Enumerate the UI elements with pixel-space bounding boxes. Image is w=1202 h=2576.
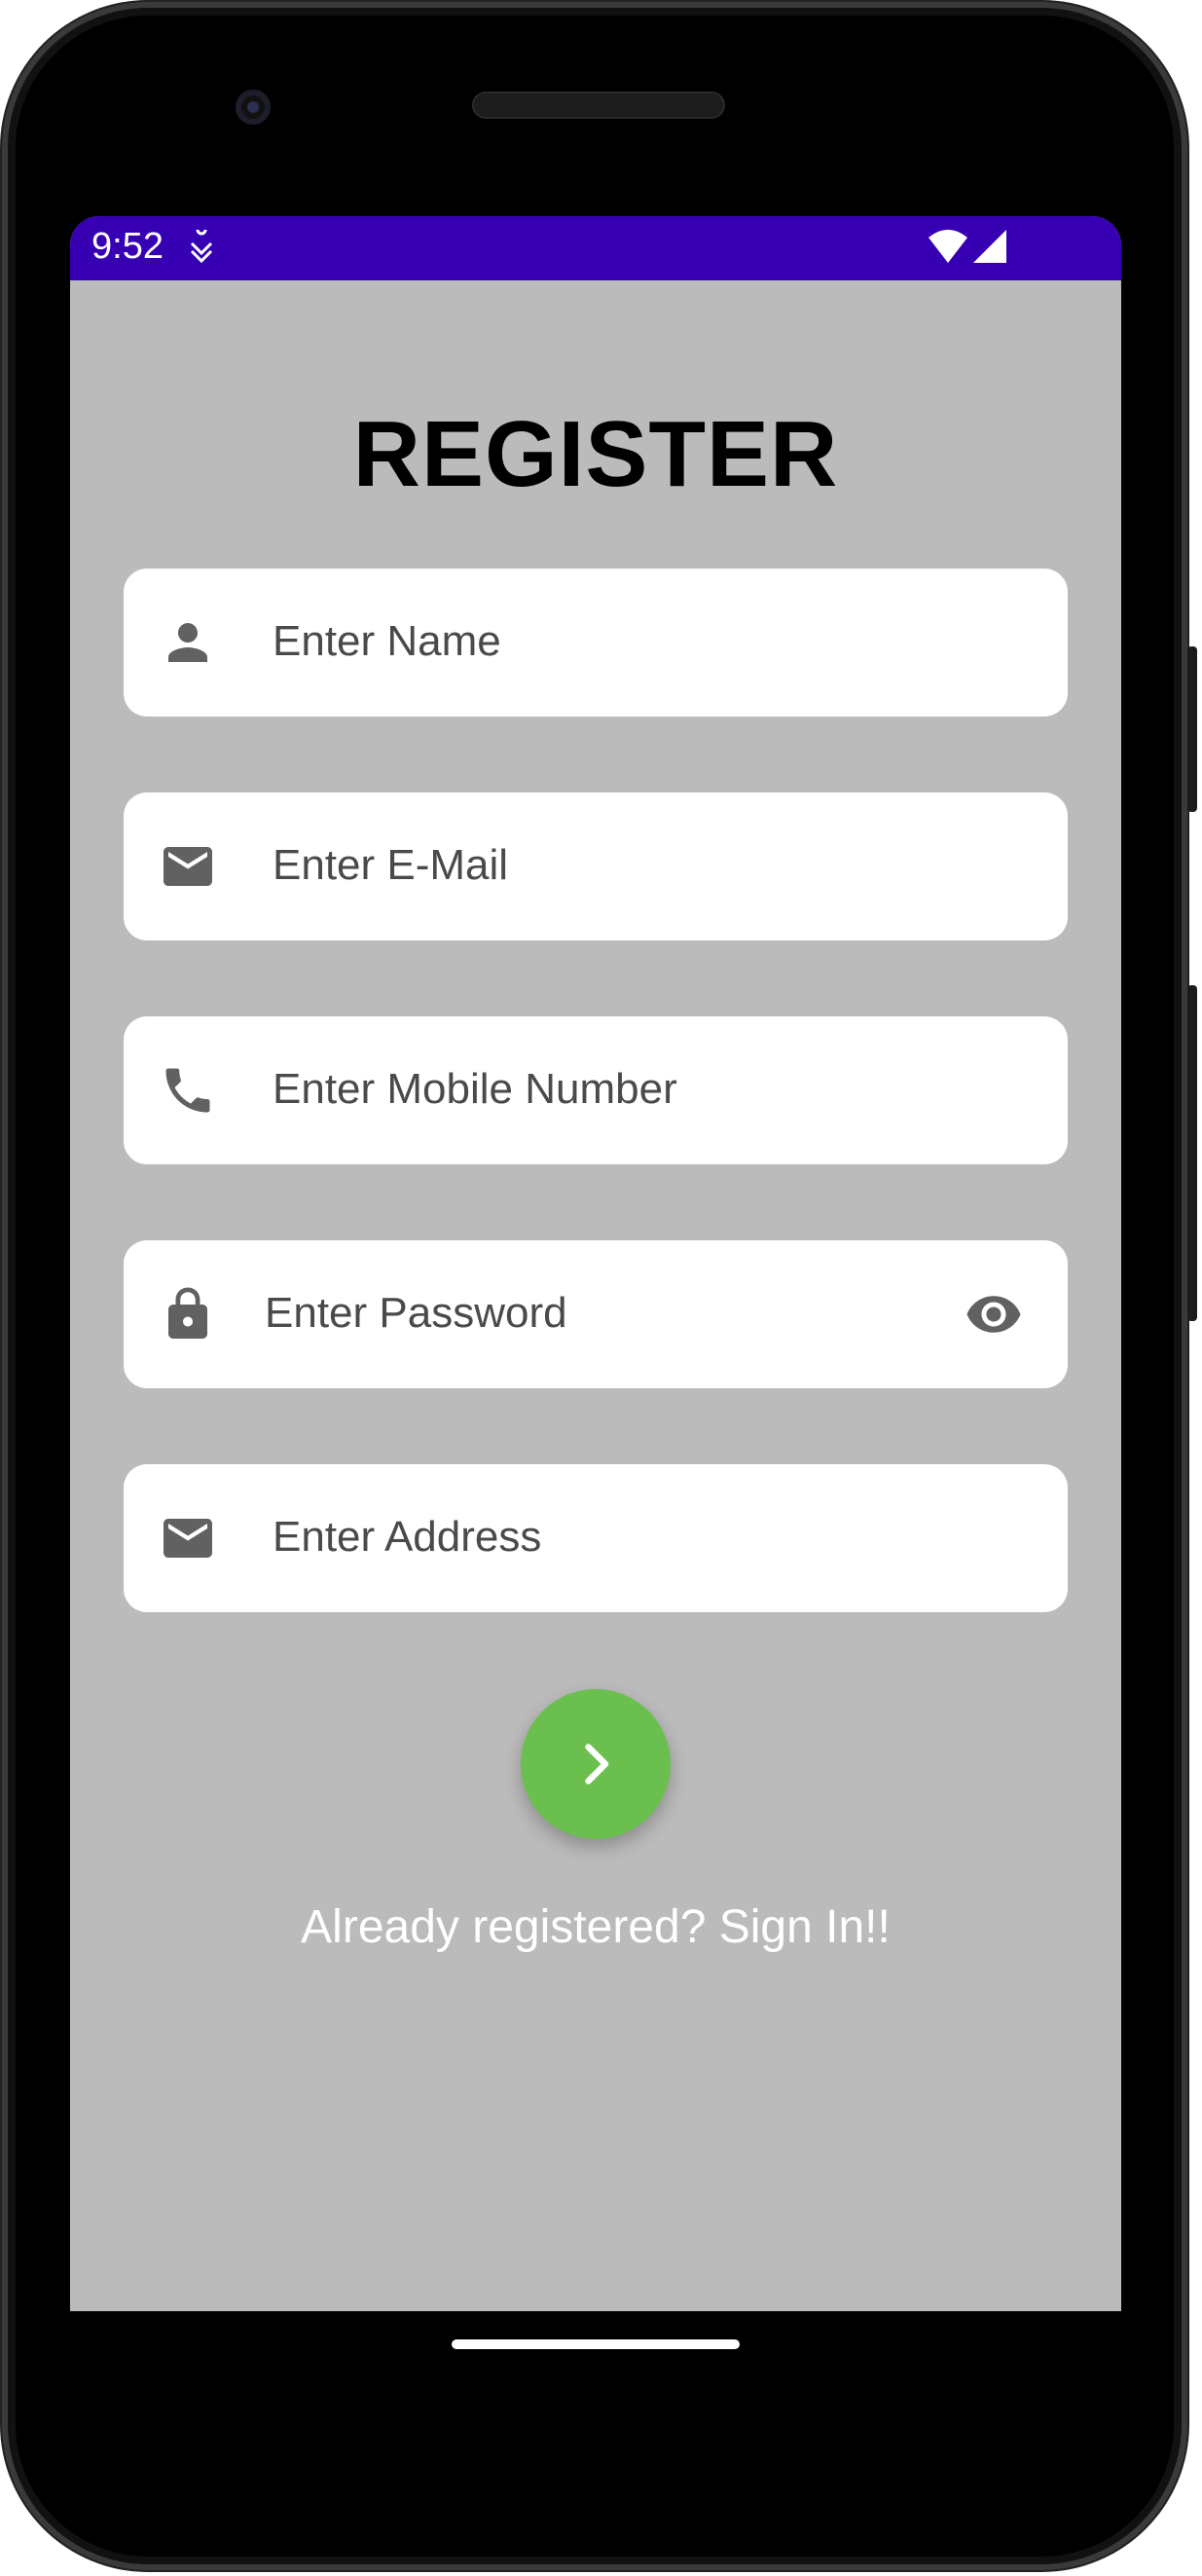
signin-link[interactable]: Already registered? Sign In!! [70, 1900, 1121, 1954]
person-icon [159, 613, 217, 672]
cell-signal-icon [969, 228, 1008, 272]
app-notification-icon [189, 224, 214, 270]
mobile-field[interactable]: Enter Mobile Number [124, 1016, 1068, 1164]
mobile-placeholder: Enter Mobile Number [273, 1065, 677, 1113]
wifi-icon [927, 228, 969, 272]
mail-icon [159, 1509, 217, 1567]
address-placeholder: Enter Address [273, 1513, 542, 1561]
page-title: REGISTER [352, 402, 839, 506]
address-field[interactable]: Enter Address [124, 1464, 1068, 1612]
volume-button [1187, 985, 1197, 1321]
email-placeholder: Enter E-Mail [273, 841, 509, 889]
name-placeholder: Enter Name [273, 617, 501, 665]
eye-icon[interactable] [963, 1285, 1025, 1343]
email-field[interactable]: Enter E-Mail [124, 792, 1068, 940]
lock-icon [159, 1285, 217, 1343]
phone-frame: 9:52 REGISTER Enter Name Enter E-Mail En… [2, 2, 1197, 2570]
status-time: 9:52 [91, 226, 164, 267]
front-camera [236, 90, 271, 125]
power-button [1187, 646, 1197, 812]
app-screen: 9:52 REGISTER Enter Name Enter E-Mail En… [70, 216, 1121, 2311]
status-bar: 9:52 [70, 216, 1121, 280]
earpiece-speaker [472, 92, 725, 119]
phone-icon [159, 1061, 217, 1120]
chevron-right-icon [585, 1744, 609, 1785]
mail-icon [159, 837, 217, 896]
home-indicator[interactable] [452, 2339, 740, 2349]
submit-button[interactable] [521, 1689, 671, 1839]
password-field[interactable]: Enter Password [124, 1240, 1068, 1388]
name-field[interactable]: Enter Name [124, 569, 1068, 717]
password-placeholder: Enter Password [265, 1289, 567, 1337]
